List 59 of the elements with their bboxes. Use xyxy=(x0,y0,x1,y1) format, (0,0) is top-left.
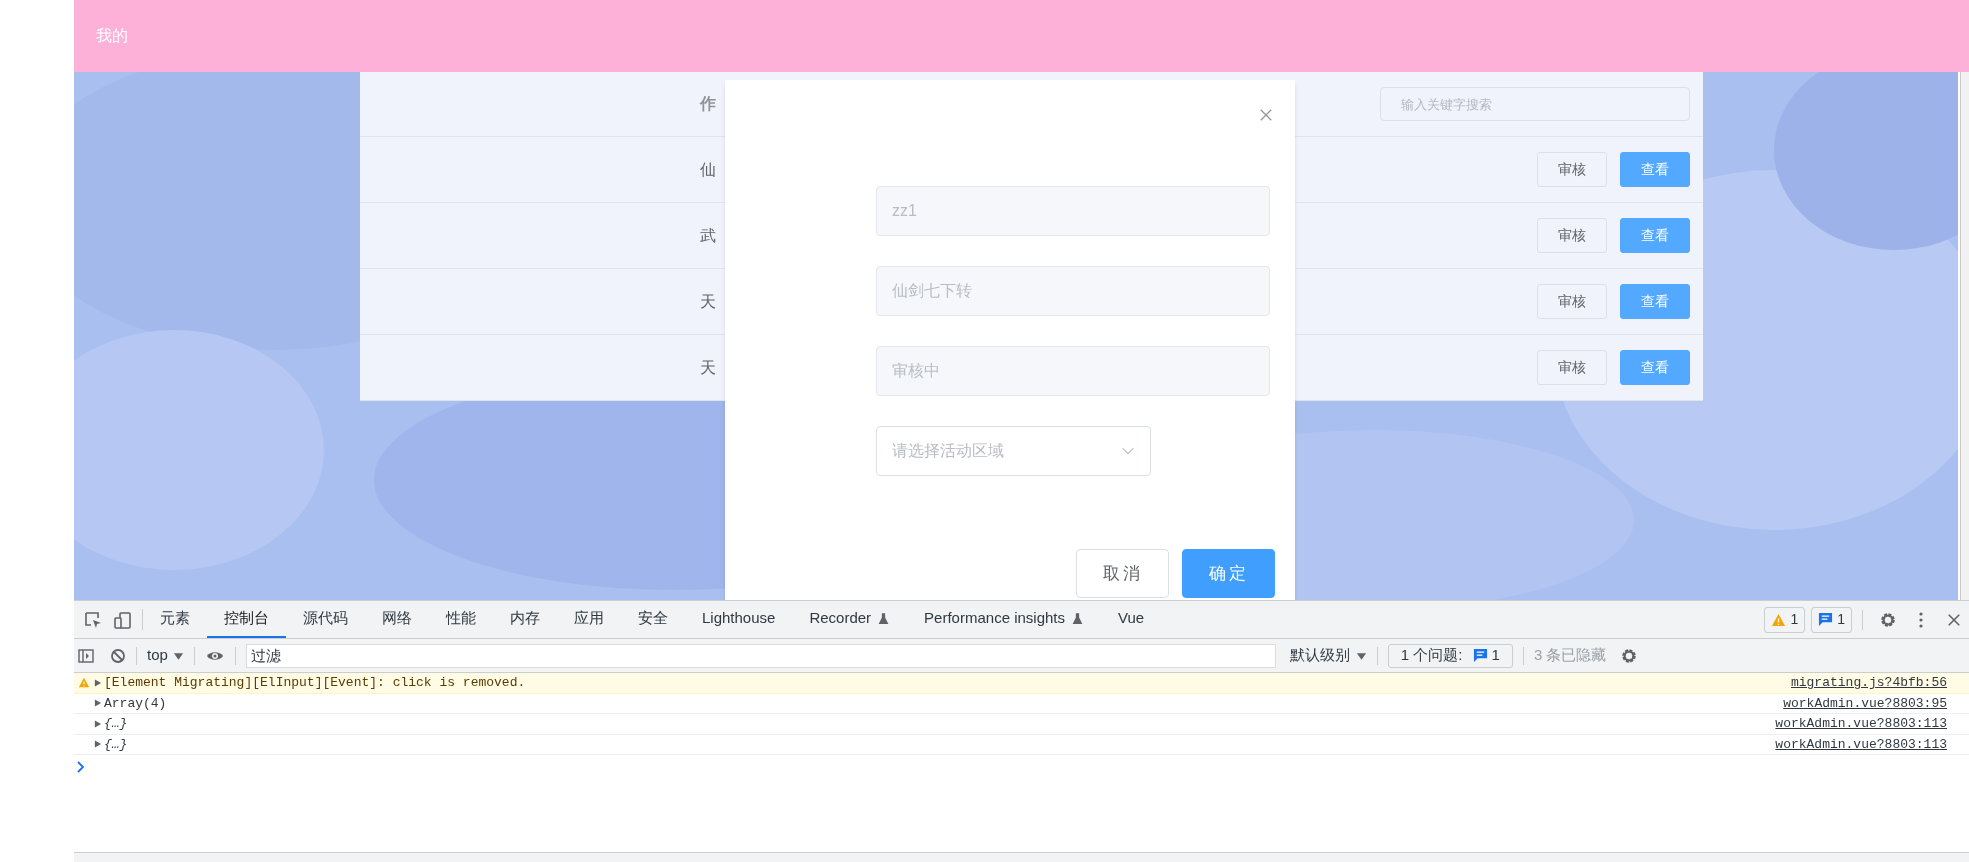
expand-triangle-icon[interactable] xyxy=(94,677,102,688)
settings-icon[interactable] xyxy=(1879,610,1897,629)
expand-triangle-icon[interactable] xyxy=(94,739,102,750)
column-header: 作 xyxy=(700,94,716,114)
review-button[interactable]: 审核 xyxy=(1537,350,1607,385)
context-dropdown[interactable]: top xyxy=(147,644,184,667)
caret-icon xyxy=(172,650,184,661)
more-options-icon[interactable] xyxy=(1917,610,1925,629)
devtools-tab[interactable]: 应用 xyxy=(557,601,621,638)
close-icon[interactable] xyxy=(1947,612,1961,627)
devtools-tab[interactable]: 源代码 xyxy=(286,601,365,638)
prompt-icon xyxy=(76,761,85,773)
message-icon xyxy=(1818,612,1834,627)
source-link[interactable]: workAdmin.vue?8803:113 xyxy=(1775,714,1947,734)
review-button[interactable]: 审核 xyxy=(1537,284,1607,319)
scrollbar[interactable] xyxy=(1960,72,1969,600)
devtools-tab[interactable]: 元素 xyxy=(143,601,207,638)
settings-icon[interactable] xyxy=(1620,646,1639,665)
devtools-tab[interactable]: 内存 xyxy=(493,601,557,638)
review-button[interactable]: 审核 xyxy=(1537,218,1607,253)
issues-button[interactable]: 1 个问题: 1 xyxy=(1387,643,1513,668)
device-icon[interactable] xyxy=(114,610,132,629)
message-text: {…} xyxy=(104,735,128,754)
message-count-badge[interactable]: 1 xyxy=(1811,606,1852,633)
expand-triangle-icon[interactable] xyxy=(94,718,102,729)
devtools-tab[interactable]: 安全 xyxy=(621,601,685,638)
cancel-button[interactable]: 取消 xyxy=(1076,549,1169,598)
message-text: [Element Migrating][ElInput][Event]: click is removed. xyxy=(104,674,526,692)
expand-triangle-icon[interactable] xyxy=(94,698,102,709)
source-link[interactable]: workAdmin.vue?8803:95 xyxy=(1783,693,1947,713)
warning-icon xyxy=(1771,612,1787,627)
message-text: Array(4) xyxy=(104,694,167,713)
table-cell-text: 仙 xyxy=(700,159,716,180)
hidden-count: 3 条已隐藏 xyxy=(1533,645,1607,666)
warning-count-badge[interactable]: 1 xyxy=(1764,606,1806,633)
sidebar-icon[interactable] xyxy=(78,647,94,664)
devtools-tab[interactable]: Recorder xyxy=(792,601,908,638)
table-cell-text: 天 xyxy=(700,357,716,378)
source-link[interactable]: workAdmin.vue?8803:113 xyxy=(1775,734,1947,754)
devtools-tab[interactable]: 性能 xyxy=(429,601,493,638)
caret-icon xyxy=(1355,650,1367,661)
table-cell-text: 天 xyxy=(700,291,716,312)
source-link[interactable]: migrating.js?4bfb:56 xyxy=(1790,673,1947,693)
devtools-tab[interactable]: Vue xyxy=(1101,601,1162,638)
devtools-tab[interactable]: Performance insights xyxy=(907,601,1101,638)
review-button[interactable]: 审核 xyxy=(1537,152,1607,187)
message-text: {…} xyxy=(104,715,128,733)
log-level-dropdown[interactable]: 默认级别 xyxy=(1289,644,1367,667)
flask-icon xyxy=(877,611,891,626)
filter-field[interactable]: 过滤 xyxy=(245,643,1276,668)
close-icon[interactable] xyxy=(1259,108,1273,122)
warning-icon xyxy=(78,677,90,689)
devtools-tab[interactable]: Lighthouse xyxy=(685,601,793,638)
clear-console-icon[interactable] xyxy=(110,647,126,664)
flask-icon xyxy=(1071,611,1084,626)
message-icon xyxy=(1472,648,1488,663)
inspect-icon[interactable] xyxy=(84,610,102,629)
table-cell-text: 武 xyxy=(700,225,716,246)
devtools-tab[interactable]: 网络 xyxy=(365,601,429,638)
